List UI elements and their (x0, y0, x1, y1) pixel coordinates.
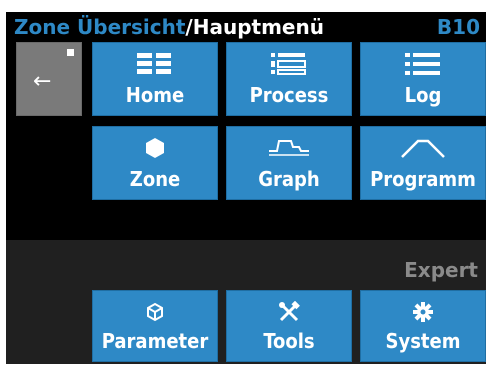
graph-button[interactable]: Graph (226, 126, 352, 200)
process-label: Process (249, 83, 329, 107)
zone-label: Zone (129, 167, 181, 191)
tools-label: Tools (263, 329, 315, 353)
programm-label: Programm (370, 167, 476, 191)
parameter-button[interactable]: Parameter (92, 290, 218, 362)
home-grid-icon (93, 53, 217, 75)
tools-icon (227, 301, 351, 323)
log-list-icon (361, 53, 485, 75)
graph-signal-icon (227, 137, 351, 159)
header-bar: Zone Übersicht/Hauptmenü B10 (6, 12, 486, 42)
device-code: B10 (436, 15, 480, 39)
process-list-icon (227, 53, 351, 75)
breadcrumb-separator: / (185, 15, 193, 39)
home-label: Home (125, 83, 185, 107)
log-button[interactable]: Log (360, 42, 486, 116)
graph-label: Graph (258, 167, 320, 191)
parameter-label: Parameter (101, 329, 209, 353)
breadcrumb-zone[interactable]: Zone Übersicht (14, 15, 185, 39)
expert-section-title: Expert (404, 258, 478, 282)
screen: Zone Übersicht/Hauptmenü B10 ← Home Proc… (0, 0, 492, 374)
process-button[interactable]: Process (226, 42, 352, 116)
breadcrumb: Zone Übersicht/Hauptmenü (14, 16, 324, 38)
expert-panel: Expert Parameter Tools System (6, 240, 486, 364)
system-button[interactable]: System (360, 290, 486, 362)
cube-icon (93, 301, 217, 323)
tools-button[interactable]: Tools (226, 290, 352, 362)
gear-icon (361, 301, 485, 323)
programm-button[interactable]: Programm (360, 126, 486, 200)
zone-button[interactable]: Zone (92, 126, 218, 200)
back-button[interactable]: ← (16, 42, 82, 116)
home-button[interactable]: Home (92, 42, 218, 116)
ramp-profile-icon (361, 137, 485, 159)
indicator-square-icon (67, 49, 74, 56)
hexagon-icon (93, 137, 217, 159)
system-label: System (385, 329, 461, 353)
log-label: Log (404, 83, 442, 107)
main-menu-panel: ← Home Process Log Zone Graph Programm (6, 42, 486, 240)
breadcrumb-current: Hauptmenü (192, 15, 324, 39)
back-arrow-icon: ← (33, 69, 52, 94)
